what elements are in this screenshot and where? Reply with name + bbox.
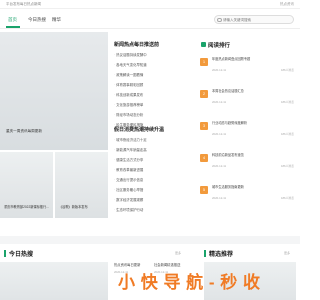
rank-views: 186人浏览 xyxy=(280,68,294,72)
news-item[interactable]: 教育改革最新进展 xyxy=(114,165,190,175)
news-list-head[interactable]: 新闻热点每日推送前 xyxy=(114,41,190,50)
rank-date: 2020-12-11 xyxy=(212,196,227,200)
news-item[interactable]: 文化旅游推荐榜单 xyxy=(114,100,190,110)
rank-number: 2 xyxy=(200,90,208,98)
section-title-best: 精选推荐 xyxy=(209,252,234,258)
featured-caption[interactable]: 重庆市教育部2022新课标推行... xyxy=(4,204,49,209)
news-item[interactable]: 体育赛事精彩回顾 xyxy=(114,80,190,90)
news-item[interactable]: 生态环境保护行动 xyxy=(114,205,190,215)
section-marker xyxy=(204,250,206,257)
rank-date: 2020-12-11 xyxy=(212,100,227,104)
news-item[interactable]: 科技创新成果发布 xyxy=(114,90,190,100)
ranking-title: 阅读排行 xyxy=(208,43,231,49)
watermark-text: 小 快 导 航 - 秒 收 xyxy=(118,273,261,292)
news-item[interactable]: 各地天气变化早知道 xyxy=(114,60,190,70)
ranking-row[interactable]: 3 行业动态与趋势深度解析 2020-12-11 186人浏览 xyxy=(200,116,296,144)
rank-views: 186人浏览 xyxy=(280,132,294,136)
rank-number: 4 xyxy=(200,154,208,162)
search-box[interactable] xyxy=(214,15,294,24)
rank-date: 2020-12-11 xyxy=(212,68,227,72)
news-item[interactable]: 城市夜经济活力十足 xyxy=(114,135,190,145)
news-item[interactable]: 交通出行提示信息 xyxy=(114,175,190,185)
search-icon[interactable] xyxy=(217,17,222,22)
news-item[interactable]: 新能源汽车销量走高 xyxy=(114,145,190,155)
rank-title[interactable]: 行业动态与趋势深度解析 xyxy=(212,121,294,130)
rank-number: 1 xyxy=(200,58,208,66)
hot-image-card[interactable] xyxy=(0,262,108,300)
ranking-row[interactable]: 5 城市生活服务指南更新 2020-12-11 186人浏览 xyxy=(200,180,296,208)
site-name[interactable]: 平台发布每日热点新闻 xyxy=(6,2,41,7)
news-item[interactable]: 社区服务暖心举措 xyxy=(114,185,190,195)
active-tab-indicator xyxy=(6,26,20,28)
news-item[interactable]: 健康生活方式分享 xyxy=(114,155,190,165)
featured-image-small[interactable]: 重庆市教育部2022新课标推行... xyxy=(0,152,53,218)
news-list-head[interactable]: 假日消费热潮持续升温 xyxy=(114,126,190,135)
rank-title[interactable]: 城市生活服务指南更新 xyxy=(212,185,294,194)
featured-image-large[interactable]: 重庆一周资讯每周更新 xyxy=(0,32,108,150)
featured-caption[interactable]: 重庆一周资讯每周更新 xyxy=(6,129,42,134)
rank-title[interactable]: 年度热点新闻盘点回顾专题 xyxy=(212,57,294,66)
rank-number: 5 xyxy=(200,186,208,194)
tab-home[interactable]: 首页 xyxy=(8,17,17,23)
rank-views: 186人浏览 xyxy=(280,196,294,200)
rank-title[interactable]: 科技前沿新品发布速览 xyxy=(212,153,294,162)
news-item[interactable]: 财经市场动态分析 xyxy=(114,110,190,120)
section-title-hot: 今日热搜 xyxy=(9,252,34,258)
section-marker xyxy=(4,250,6,257)
section-divider xyxy=(0,236,300,244)
ranking-icon xyxy=(201,42,206,47)
search-input[interactable] xyxy=(223,17,289,23)
news-item[interactable]: 政策解读一图看懂 xyxy=(114,70,190,80)
tab-best[interactable]: 精华 xyxy=(52,17,61,23)
more-link[interactable]: 更多 xyxy=(284,251,290,255)
news-item[interactable]: 热议话题持续发酵中 xyxy=(114,50,190,60)
rank-title[interactable]: 本周社会热议话题汇总 xyxy=(212,89,294,98)
featured-caption[interactable]: 《谷歌》新版本发布 xyxy=(59,204,88,209)
rank-date: 2020-12-11 xyxy=(212,132,227,136)
more-link[interactable]: 更多 xyxy=(175,251,181,255)
news-list: 新闻热点每日推送前 热议话题持续发酵中 各地天气变化早知道 政策解读一图看懂 体… xyxy=(114,41,190,130)
top-bar: 平台发布每日热点新闻 热点资讯 xyxy=(0,0,300,9)
rank-views: 186人浏览 xyxy=(280,164,294,168)
main-nav: 首页 今日热搜 精华 xyxy=(0,9,300,29)
ranking-row[interactable]: 1 年度热点新闻盘点回顾专题 2020-12-11 186人浏览 xyxy=(200,52,296,80)
rank-number: 3 xyxy=(200,122,208,130)
news-item[interactable]: 数字经济发展观察 xyxy=(114,195,190,205)
news-list: 假日消费热潮持续升温 城市夜经济活力十足 新能源汽车销量走高 健康生活方式分享 … xyxy=(114,126,190,215)
featured-image-small[interactable]: 《谷歌》新版本发布 xyxy=(55,152,108,218)
tab-hot-search[interactable]: 今日热搜 xyxy=(28,17,46,23)
rank-views: 186人浏览 xyxy=(280,100,294,104)
rank-date: 2020-12-11 xyxy=(212,164,227,168)
top-right-text: 热点资讯 xyxy=(280,2,294,6)
ranking-row[interactable]: 2 本周社会热议话题汇总 2020-12-11 186人浏览 xyxy=(200,84,296,112)
ranking-row[interactable]: 4 科技前沿新品发布速览 2020-12-11 186人浏览 xyxy=(200,148,296,176)
